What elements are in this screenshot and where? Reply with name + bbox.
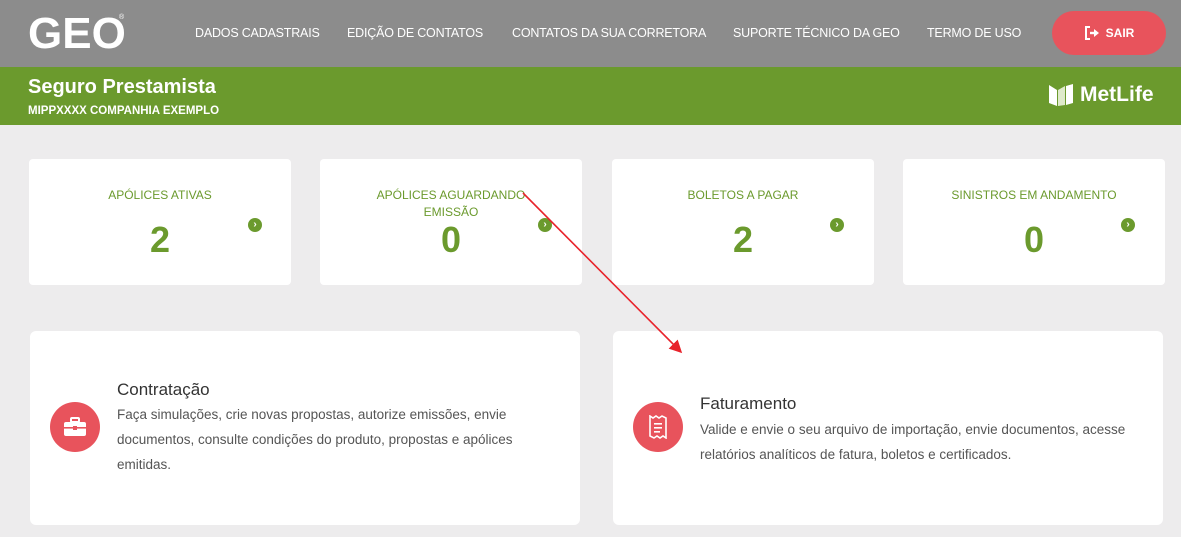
stat-label: BOLETOS A PAGAR: [687, 188, 799, 202]
briefcase-icon: [50, 402, 100, 452]
nav-suporte-tecnico[interactable]: SUPORTE TÉCNICO DA GEO: [733, 26, 900, 40]
svg-text:GEO: GEO: [28, 9, 126, 56]
product-title: Seguro Prestamista: [28, 76, 216, 98]
metlife-m-icon: [1049, 84, 1073, 106]
svg-text:®: ®: [119, 13, 125, 21]
stat-label: APÓLICES AGUARDANDO EMISSÃO: [376, 188, 526, 219]
nav-termo-de-uso[interactable]: TERMO DE USO: [927, 26, 1021, 40]
product-banner: Seguro Prestamista MIPPXXXX COMPANHIA EX…: [0, 67, 1181, 125]
stat-card-sinistros[interactable]: SINISTROS EM ANDAMENTO 0 ›: [903, 159, 1165, 285]
stat-card-apolices-ativas[interactable]: APÓLICES ATIVAS 2 ›: [29, 159, 291, 285]
stat-card-apolices-aguardando[interactable]: APÓLICES AGUARDANDO EMISSÃO 0 ›: [320, 159, 582, 285]
card-title: Contratação: [117, 380, 210, 399]
card-description: Faça simulações, crie novas propostas, a…: [117, 407, 513, 472]
card-faturamento[interactable]: Faturamento Valide e envie o seu arquivo…: [613, 331, 1163, 525]
nav-dados-cadastrais[interactable]: DADOS CADASTRAIS: [195, 26, 320, 40]
card-title: Faturamento: [700, 394, 797, 413]
chevron-right-icon[interactable]: ›: [538, 218, 552, 232]
top-navigation-bar: GEO ® DADOS CADASTRAIS EDIÇÃO DE CONTATO…: [0, 0, 1181, 67]
company-subtitle: MIPPXXXX COMPANHIA EXEMPLO: [28, 105, 220, 117]
chevron-right-icon[interactable]: ›: [1121, 218, 1135, 232]
chevron-right-icon[interactable]: ›: [830, 218, 844, 232]
nav-contatos-corretora[interactable]: CONTATOS DA SUA CORRETORA: [512, 26, 706, 40]
stat-label: SINISTROS EM ANDAMENTO: [951, 188, 1117, 202]
logout-button[interactable]: SAIR: [1052, 11, 1166, 55]
chevron-right-icon[interactable]: ›: [248, 218, 262, 232]
card-contratacao[interactable]: Contratação Faça simulações, crie novas …: [30, 331, 580, 525]
logout-icon: [1084, 26, 1099, 40]
logout-label: SAIR: [1105, 26, 1135, 40]
stat-label: APÓLICES ATIVAS: [108, 188, 212, 202]
stat-card-boletos-a-pagar[interactable]: BOLETOS A PAGAR 2 ›: [612, 159, 874, 285]
nav-edicao-de-contatos[interactable]: EDIÇÃO DE CONTATOS: [347, 26, 483, 40]
card-description: Valide e envie o seu arquivo de importaç…: [700, 422, 1126, 462]
geo-logo[interactable]: GEO ®: [28, 8, 128, 56]
metlife-logo: MetLife: [1048, 83, 1154, 107]
receipt-icon: [633, 402, 683, 452]
metlife-label: MetLife: [1080, 83, 1154, 106]
